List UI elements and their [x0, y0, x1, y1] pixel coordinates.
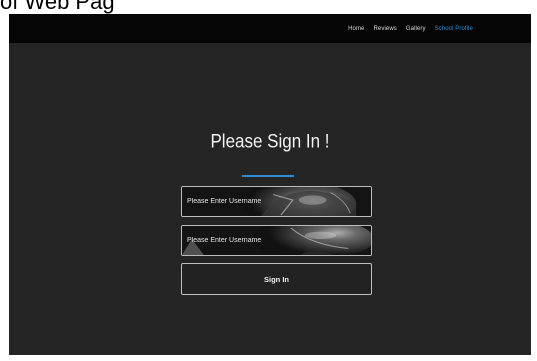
- password-input[interactable]: [182, 226, 371, 255]
- username-field-wrapper: [181, 186, 372, 217]
- top-navbar: Home Reviews Gallery School Profile: [9, 14, 531, 43]
- nav-link-reviews[interactable]: Reviews: [373, 26, 396, 32]
- browser-viewport: Home Reviews Gallery School Profile Plea…: [9, 14, 531, 355]
- nav-links: Home Reviews Gallery School Profile: [348, 14, 473, 43]
- login-section: Please Sign In ! Please Enter Username S…: [9, 43, 531, 355]
- nav-link-home[interactable]: Home: [348, 26, 364, 32]
- nav-link-school-profile[interactable]: School Profile: [435, 26, 473, 32]
- password-field-wrapper: [181, 225, 372, 256]
- nav-link-gallery[interactable]: Gallery: [406, 26, 426, 32]
- sign-in-button[interactable]: Sign In: [181, 263, 372, 295]
- caption-text: of Web Pag: [0, 0, 115, 14]
- username-input[interactable]: [182, 187, 371, 216]
- title-underline: [242, 175, 294, 177]
- page-title: Please Sign In !: [210, 130, 330, 153]
